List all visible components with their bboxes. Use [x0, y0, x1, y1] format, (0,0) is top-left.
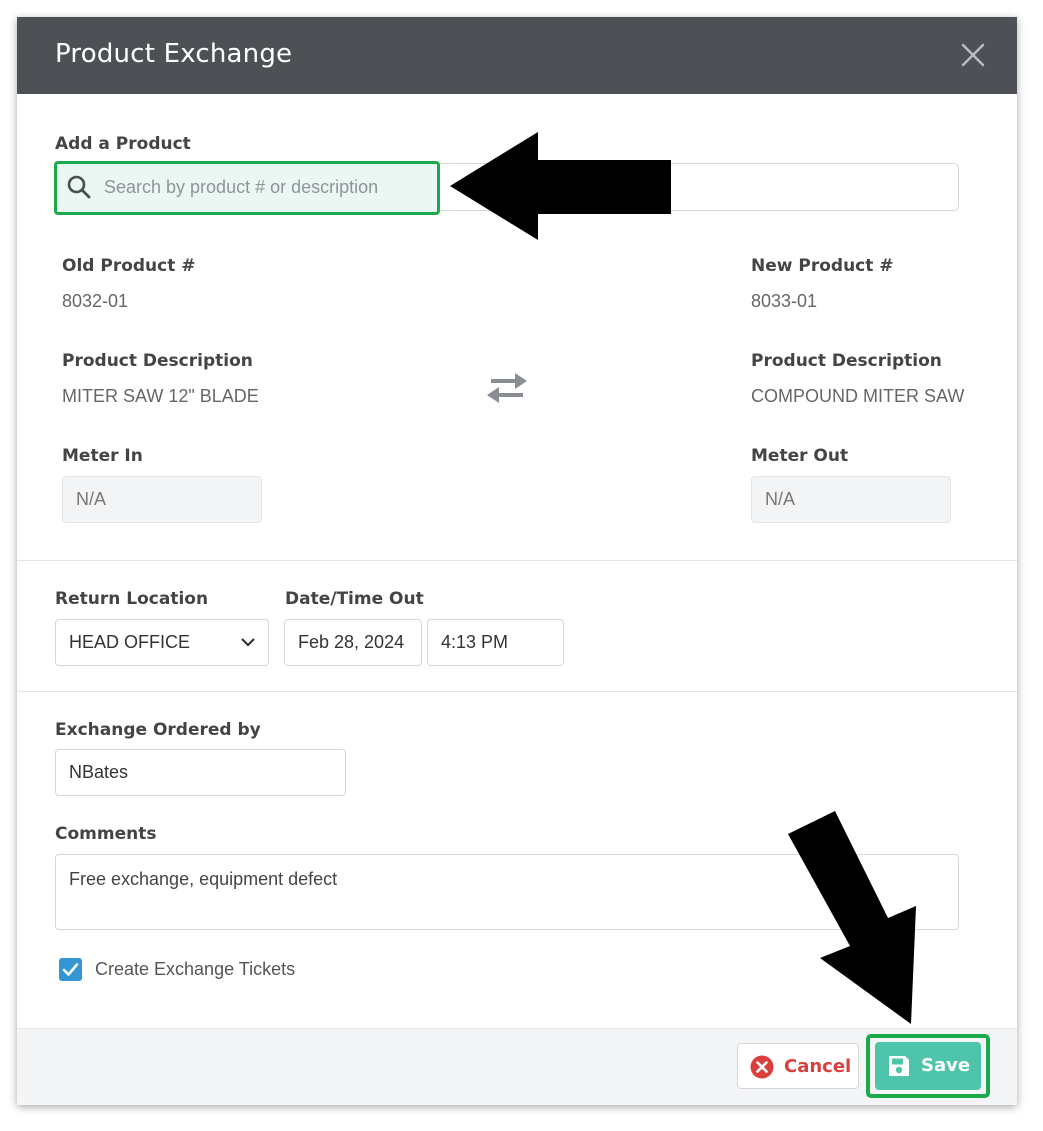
cancel-icon: [750, 1055, 774, 1079]
return-location-select[interactable]: HEAD OFFICE: [55, 619, 269, 666]
meter-out-label: Meter Out: [751, 446, 849, 466]
time-out-field[interactable]: 4:13 PM: [427, 619, 564, 666]
datetime-out-label: Date/Time Out: [285, 589, 424, 609]
add-product-label: Add a Product: [55, 134, 191, 154]
comments-label: Comments: [55, 824, 157, 844]
pointer-arrow-left-icon: [450, 132, 671, 240]
cancel-label: Cancel: [784, 1056, 852, 1077]
create-tickets-label: Create Exchange Tickets: [95, 959, 296, 979]
date-out-value: Feb 28, 2024: [298, 632, 405, 652]
new-product-number: 8033-01: [751, 291, 818, 311]
close-icon[interactable]: [959, 41, 987, 69]
dialog-title: Product Exchange: [55, 39, 293, 69]
meter-out-field: N/A: [751, 476, 951, 523]
new-product-number-label: New Product #: [751, 256, 894, 276]
exchange-arrows-icon: [487, 373, 527, 403]
return-location-value: HEAD OFFICE: [69, 632, 191, 652]
old-product-number: 8032-01: [62, 291, 129, 311]
checkmark-icon: [62, 963, 79, 976]
old-product-description: MITER SAW 12" BLADE: [62, 386, 259, 406]
floppy-disk-icon: [889, 1056, 909, 1076]
section-divider: [17, 691, 1017, 692]
pointer-arrow-down-icon: [788, 811, 916, 1024]
new-product-description-label: Product Description: [751, 351, 942, 371]
ordered-by-field[interactable]: NBates: [55, 749, 346, 796]
return-location-label: Return Location: [55, 589, 209, 609]
save-label: Save: [921, 1055, 971, 1076]
chevron-down-icon: [241, 638, 255, 647]
comments-value: Free exchange, equipment defect: [69, 869, 338, 889]
create-tickets-checkbox[interactable]: [59, 958, 82, 981]
old-product-number-label: Old Product #: [62, 256, 196, 276]
ordered-by-label: Exchange Ordered by: [55, 720, 261, 740]
save-button[interactable]: Save: [875, 1042, 981, 1090]
search-icon: [67, 175, 91, 199]
ordered-by-value: NBates: [69, 762, 129, 782]
new-product-description: COMPOUND MITER SAW: [751, 386, 965, 406]
date-out-field[interactable]: Feb 28, 2024: [284, 619, 422, 666]
section-divider: [17, 560, 1017, 561]
time-out-value: 4:13 PM: [441, 632, 509, 652]
meter-in-label: Meter In: [62, 446, 143, 466]
old-product-description-label: Product Description: [62, 351, 253, 371]
product-search-input[interactable]: [102, 173, 432, 201]
meter-out-value: N/A: [765, 489, 796, 509]
dialog-header: Product Exchange: [17, 17, 1017, 94]
cancel-button[interactable]: Cancel: [737, 1043, 859, 1089]
meter-in-value: N/A: [76, 489, 107, 509]
meter-in-field: N/A: [62, 476, 262, 523]
